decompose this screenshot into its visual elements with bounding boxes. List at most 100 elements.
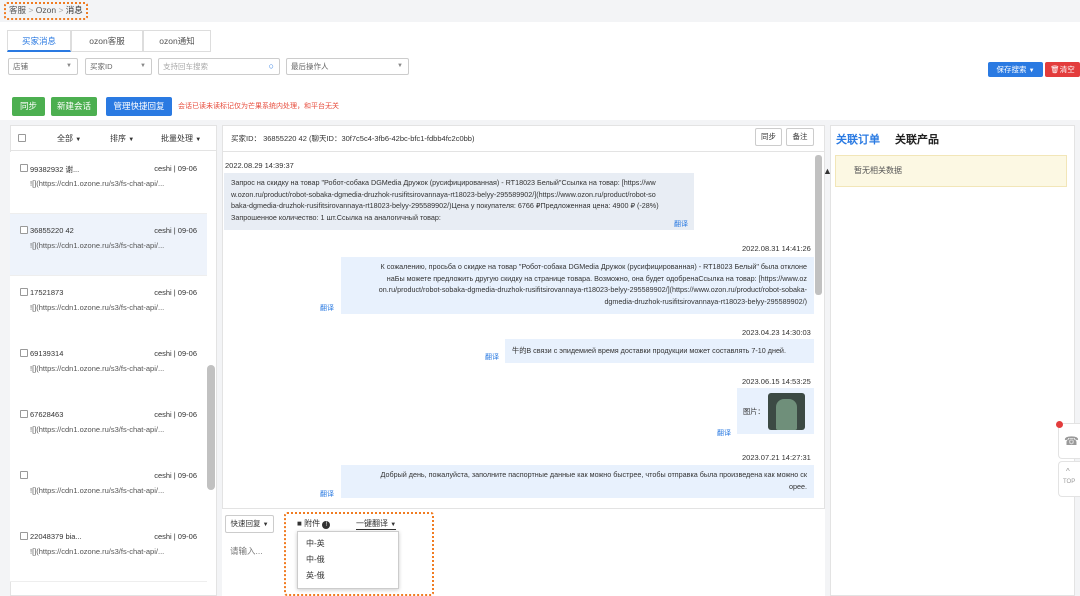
sync-button[interactable]: 同步	[12, 97, 45, 116]
chat-scrollbar[interactable]	[815, 155, 822, 295]
sort-label: 排序	[110, 134, 126, 143]
save-search-label: 保存搜索	[996, 65, 1027, 74]
list-item[interactable]: 17521873 ceshi | 09-06 ![](https://cdn1.oz…	[10, 276, 207, 338]
translate-link[interactable]: 翻译	[674, 219, 688, 231]
item-name: 99382932 谢...	[30, 165, 80, 174]
back-to-top-button[interactable]: ^ TOP	[1058, 461, 1080, 497]
product-image[interactable]	[768, 393, 805, 430]
breadcrumb-ozon[interactable]: Ozon	[36, 5, 56, 15]
item-preview: ![](https://cdn1.ozone.ru/s3/fs-chat-api…	[30, 364, 165, 373]
item-checkbox[interactable]	[20, 471, 28, 479]
breadcrumb-sep: >	[58, 5, 64, 15]
chevron-up-icon: ^	[1066, 467, 1070, 476]
image-label: 图片：	[743, 407, 765, 416]
tab-related-orders[interactable]: 关联订单	[836, 131, 880, 147]
item-meta: ceshi | 09-06	[154, 410, 197, 419]
search-icon[interactable]: ○	[269, 59, 274, 74]
headset-icon: ☎	[1064, 434, 1079, 448]
clear-button[interactable]: 🗑清空	[1045, 62, 1080, 77]
message-line: наБы можете предложить другую скидку на …	[386, 273, 807, 283]
translate-link[interactable]: 翻译	[320, 303, 334, 313]
translate-link[interactable]: 翻译	[717, 428, 731, 438]
search-placeholder: 支持回车搜索	[163, 62, 208, 71]
item-preview: ![](https://cdn1.ozone.ru/s3/fs-chat-api…	[30, 241, 165, 250]
tab-buyer-messages[interactable]: 买家消息	[7, 30, 71, 52]
message-input[interactable]: 请输入...	[230, 545, 263, 557]
message-line: baka-dgmedia-druzhok-rusifitsirovannaya-…	[231, 201, 659, 210]
filter-all-label: 全部	[57, 134, 73, 143]
item-meta: ceshi | 09-06	[154, 471, 197, 480]
breadcrumb-sep: >	[28, 5, 34, 15]
message-timestamp: 2023.06.15 14:53:25	[742, 377, 811, 386]
translate-link[interactable]: 翻译	[320, 489, 334, 499]
item-checkbox[interactable]	[20, 532, 28, 540]
sort-dropdown[interactable]: 排序 ▼	[110, 133, 134, 144]
item-checkbox[interactable]	[20, 288, 28, 296]
no-data-notice: ▲ 暂无相关数据	[823, 155, 1067, 187]
list-item[interactable]: 67628463 ceshi | 09-06 ![](https://cdn1.oz…	[10, 398, 207, 460]
floating-tool[interactable]: ☎	[1056, 421, 1080, 459]
chevron-down-icon: ▼	[1028, 68, 1035, 74]
chat-header: 买家ID： 36855220 42 (聊天ID：30f7c5c4-3fb6-42…	[222, 125, 825, 152]
highlight-box	[284, 512, 434, 596]
item-name: 17521873	[30, 288, 64, 297]
chevron-down-icon: ▼	[128, 137, 135, 143]
quick-reply-manage-button[interactable]: 管理快捷回复	[106, 97, 172, 116]
batch-label: 批量处理	[161, 134, 193, 143]
list-item[interactable]: 22048379 bia... ceshi | 09-06 ![](https://…	[10, 520, 207, 582]
last-operator-label: 最后操作人	[291, 62, 329, 71]
item-checkbox[interactable]	[20, 164, 28, 172]
search-input[interactable]: 支持回车搜索 ○	[158, 58, 280, 75]
item-meta: ceshi | 09-06	[154, 532, 197, 541]
list-item[interactable]: 69139314 ceshi | 09-06 ![](https://cdn1.oz…	[10, 337, 207, 399]
message-line: Запрошенное количество: 1 шт.Ссылка на а…	[231, 212, 441, 222]
batch-dropdown[interactable]: 批量处理 ▼	[161, 133, 201, 144]
seller-message: 牛的В связи с эпидемией время доставки про…	[505, 339, 814, 363]
message-line: on.ru/product/robot-sobaka-dgmedia-druzh…	[378, 285, 807, 294]
chevron-down-icon: ▼	[66, 63, 72, 69]
new-chat-button[interactable]: 新建会话	[51, 97, 97, 116]
item-preview: ![](https://cdn1.ozone.ru/s3/fs-chat-api…	[30, 486, 165, 495]
notification-dot	[1056, 421, 1063, 428]
message-timestamp: 2023.04.23 14:30:03	[742, 328, 811, 337]
message-line: Добрый день, пожалуйста, заполните паспо…	[380, 470, 807, 479]
list-scrollbar[interactable]	[207, 365, 215, 490]
save-search-button[interactable]: 保存搜索 ▼	[988, 62, 1043, 77]
translate-link[interactable]: 翻译	[485, 352, 499, 362]
last-operator-select[interactable]: 最后操作人 ▼	[286, 58, 409, 75]
item-checkbox[interactable]	[20, 349, 28, 357]
chat-note-button[interactable]: 备注	[786, 128, 814, 146]
chat-sync-button[interactable]: 同步	[755, 128, 782, 146]
breadcrumb-service[interactable]: 客服	[9, 5, 26, 15]
tab-related-products[interactable]: 关联产品	[895, 131, 939, 147]
list-item[interactable]: 36855220 42 ceshi | 09-06 ![](https://cdn1…	[10, 214, 207, 276]
breadcrumb: 客服 > Ozon > 消息	[4, 2, 88, 20]
message-line: Запрос на скидку на товар "Робот-собака …	[231, 178, 656, 187]
list-item[interactable]: ceshi | 09-06 ![](https://cdn1.ozone.ru/s…	[10, 459, 207, 521]
shop-select-label: 店铺	[13, 62, 28, 71]
buyer-message: Запрос на скидку на товар "Робот-собака …	[224, 173, 694, 230]
item-meta: ceshi | 09-06	[154, 226, 197, 235]
trash-icon: 🗑	[1050, 65, 1060, 74]
shop-select[interactable]: 店铺 ▼	[8, 58, 78, 75]
item-preview: ![](https://cdn1.ozone.ru/s3/fs-chat-api…	[30, 425, 165, 434]
item-name: 22048379 bia...	[30, 532, 82, 541]
message-line: орее.	[789, 481, 807, 491]
select-all-checkbox[interactable]	[18, 134, 26, 142]
quick-reply-dropdown[interactable]: 快速回复 ▼	[225, 515, 274, 533]
tab-ozon-service[interactable]: ozon客服	[71, 30, 143, 52]
buyer-id-select[interactable]: 买家ID ▼	[85, 58, 152, 75]
item-checkbox[interactable]	[20, 226, 28, 234]
item-checkbox[interactable]	[20, 410, 28, 418]
item-name: 69139314	[30, 349, 64, 358]
seller-message: Добрый день, пожалуйста, заполните паспо…	[341, 465, 814, 498]
seller-message: К сожалению, просьба о скидке на товар "…	[341, 257, 814, 314]
tab-ozon-notice[interactable]: ozon通知	[143, 30, 211, 52]
warning-icon: ▲	[823, 166, 832, 176]
read-status-warning: 会话已读未读标记仅为芒果系统内处理，和平台无关	[178, 103, 339, 110]
item-meta: ceshi | 09-06	[154, 164, 197, 173]
clear-label: 清空	[1059, 65, 1075, 74]
filter-all-dropdown[interactable]: 全部 ▼	[57, 133, 81, 144]
list-item[interactable]: 99382932 谢... ceshi | 09-06 ![](https://cd…	[10, 152, 207, 214]
message-timestamp: 2022.08.29 14:39:37	[225, 161, 294, 170]
